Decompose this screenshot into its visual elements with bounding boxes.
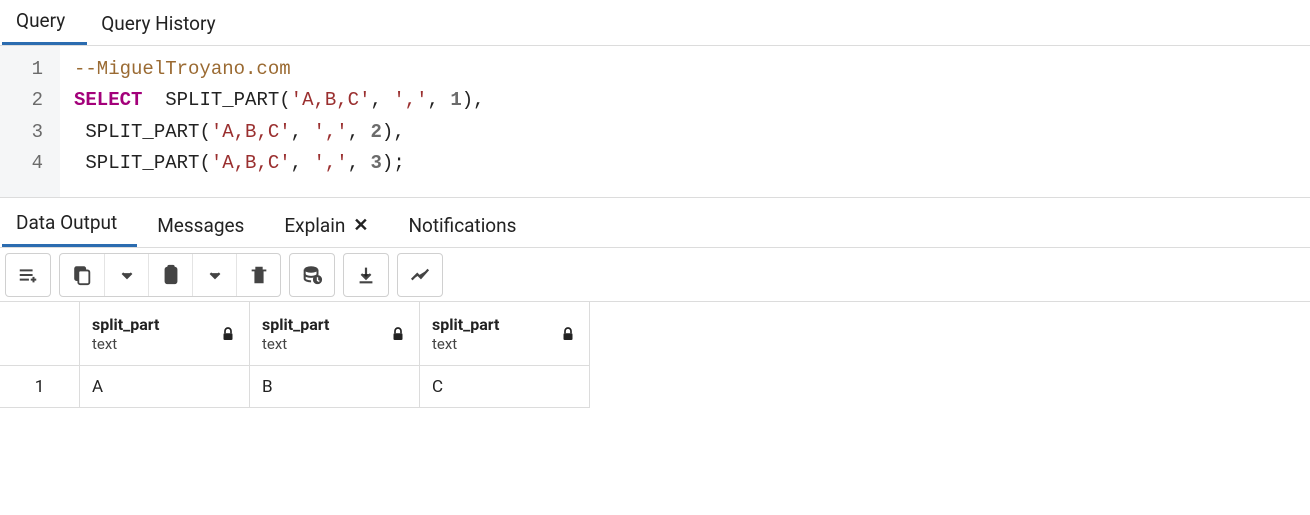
column-header[interactable]: split_part text — [80, 302, 250, 366]
editor-code[interactable]: --MiguelTroyano.com SELECT SPLIT_PART('A… — [60, 46, 1310, 197]
tab-data-output[interactable]: Data Output — [2, 201, 137, 247]
download-button[interactable] — [344, 254, 388, 296]
results-grid: split_part text split_part text split_pa… — [0, 302, 1310, 408]
column-header[interactable]: split_part text — [250, 302, 420, 366]
tab-query[interactable]: Query — [2, 0, 87, 45]
results-toolbar — [0, 248, 1310, 302]
grid-corner[interactable] — [0, 302, 80, 366]
chevron-down-icon — [116, 264, 138, 286]
row-number[interactable]: 1 — [0, 366, 80, 408]
close-icon[interactable]: ✕ — [353, 217, 368, 235]
tab-explain[interactable]: Explain ✕ — [270, 204, 388, 247]
tab-notifications[interactable]: Notifications — [394, 204, 536, 247]
trash-icon — [248, 264, 270, 286]
add-row-button[interactable] — [6, 254, 50, 296]
tab-query-history[interactable]: Query History — [87, 2, 237, 45]
query-tabs: Query Query History — [0, 0, 1310, 46]
sql-editor[interactable]: 1 2 3 4 --MiguelTroyano.com SELECT SPLIT… — [0, 46, 1310, 198]
editor-gutter: 1 2 3 4 — [0, 46, 60, 197]
chart-button[interactable] — [398, 254, 442, 296]
database-save-icon — [301, 264, 323, 286]
delete-button[interactable] — [236, 254, 280, 296]
data-cell[interactable]: A — [80, 366, 250, 408]
paste-dropdown-button[interactable] — [192, 254, 236, 296]
chart-line-icon — [409, 264, 431, 286]
data-cell[interactable]: B — [250, 366, 420, 408]
column-header[interactable]: split_part text — [420, 302, 590, 366]
lock-icon — [389, 325, 407, 343]
copy-dropdown-button[interactable] — [104, 254, 148, 296]
lock-icon — [219, 325, 237, 343]
copy-button[interactable] — [60, 254, 104, 296]
data-cell[interactable]: C — [420, 366, 590, 408]
lock-icon — [559, 325, 577, 343]
save-data-button[interactable] — [290, 254, 334, 296]
download-icon — [355, 264, 377, 286]
chevron-down-icon — [204, 264, 226, 286]
tab-messages[interactable]: Messages — [143, 204, 264, 247]
paste-button[interactable] — [148, 254, 192, 296]
output-tabs: Data Output Messages Explain ✕ Notificat… — [0, 198, 1310, 248]
